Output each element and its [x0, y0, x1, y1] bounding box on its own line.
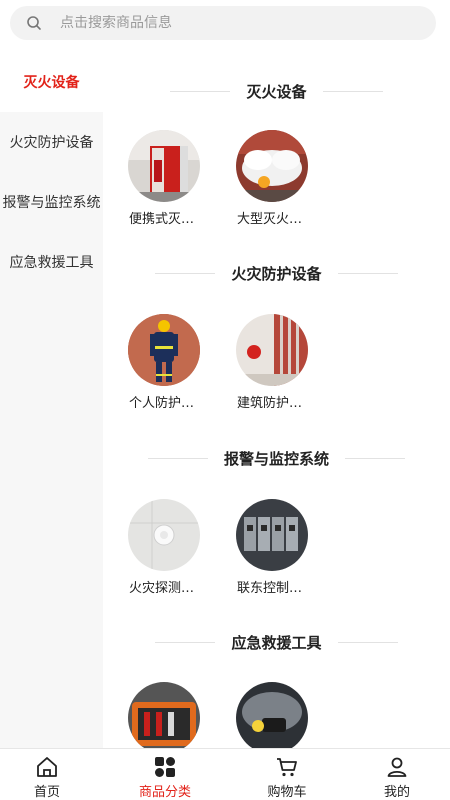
tab-cart[interactable]: 购物车 [242, 755, 332, 800]
category-icon [155, 757, 175, 777]
section-title: 应急救援工具 [103, 630, 450, 654]
product-item[interactable]: 建筑防护… [211, 314, 308, 411]
sidebar-item-fire-protection[interactable]: 火灾防护设备 [0, 112, 103, 172]
product-image [236, 130, 308, 202]
tab-label: 我的 [383, 785, 410, 800]
divider [147, 457, 208, 459]
tab-profile[interactable]: 我的 [352, 755, 442, 800]
sidebar-item-emergency-rescue[interactable]: 应急救援工具 [0, 232, 103, 292]
product-item[interactable]: 联东控制… [211, 499, 308, 596]
category-sidebar: 灭火设备 火灾防护设备 报警与监控系统 应急救援工具 [0, 52, 103, 748]
sidebar-item-label: 应急救援工具 [9, 255, 94, 271]
user-icon [387, 757, 407, 777]
product-image [236, 499, 308, 571]
product-item[interactable] [103, 682, 200, 748]
divider [155, 272, 216, 274]
search-icon [27, 16, 41, 30]
section-title-text: 应急救援工具 [231, 633, 322, 652]
search-input[interactable] [60, 15, 400, 31]
divider [337, 641, 398, 643]
sidebar-item-label: 报警与监控系统 [2, 195, 101, 211]
product-image [128, 499, 200, 571]
divider [170, 90, 231, 92]
tab-category[interactable]: 商品分类 [120, 755, 210, 800]
cart-icon [277, 758, 297, 777]
section-title: 报警与监控系统 [103, 446, 450, 470]
product-item[interactable] [211, 682, 308, 748]
product-image [128, 314, 200, 386]
divider [322, 90, 383, 92]
product-image [236, 314, 308, 386]
sidebar-item-fire-extinguishing[interactable]: 灭火设备 [0, 52, 103, 112]
bottom-tabbar: 首页 商品分类 购物车 我的 [0, 748, 450, 800]
product-image [128, 682, 200, 748]
sidebar-item-label: 火灾防护设备 [9, 135, 94, 151]
section-title-text: 灭火设备 [246, 82, 307, 101]
search-header [0, 0, 450, 48]
sidebar-item-label: 灭火设备 [23, 75, 80, 91]
section-title-text: 火灾防护设备 [231, 264, 322, 283]
section-title-text: 报警与监控系统 [223, 449, 329, 468]
home-icon [37, 757, 57, 777]
product-image [236, 682, 308, 748]
section-title: 灭火设备 [103, 79, 450, 103]
product-item[interactable]: 火灾探测… [103, 499, 200, 596]
category-content: 灭火设备 便携式灭… 大型灭火… 火灾防护设备 个人防护… 建筑防护… 报警与监… [103, 52, 450, 748]
product-name: 大型灭火… [237, 212, 303, 227]
divider [345, 457, 405, 459]
tab-home[interactable]: 首页 [2, 755, 92, 800]
product-item[interactable]: 个人防护… [103, 314, 200, 411]
product-item[interactable]: 便携式灭… [103, 130, 200, 227]
product-item[interactable]: 大型灭火… [211, 130, 308, 227]
tab-label: 商品分类 [138, 785, 191, 800]
product-name: 建筑防护… [237, 396, 303, 411]
tab-label: 购物车 [267, 785, 307, 800]
product-name: 火灾探测… [129, 581, 195, 596]
product-image [128, 130, 200, 202]
section-title: 火灾防护设备 [103, 261, 450, 285]
tab-label: 首页 [33, 785, 60, 800]
search-bar[interactable] [10, 6, 436, 40]
sidebar-item-alarm-monitoring[interactable]: 报警与监控系统 [0, 172, 103, 232]
product-name: 便携式灭… [129, 212, 195, 227]
divider [337, 272, 398, 274]
divider [155, 641, 216, 643]
product-name: 个人防护… [129, 396, 195, 411]
product-name: 联东控制… [237, 581, 303, 596]
